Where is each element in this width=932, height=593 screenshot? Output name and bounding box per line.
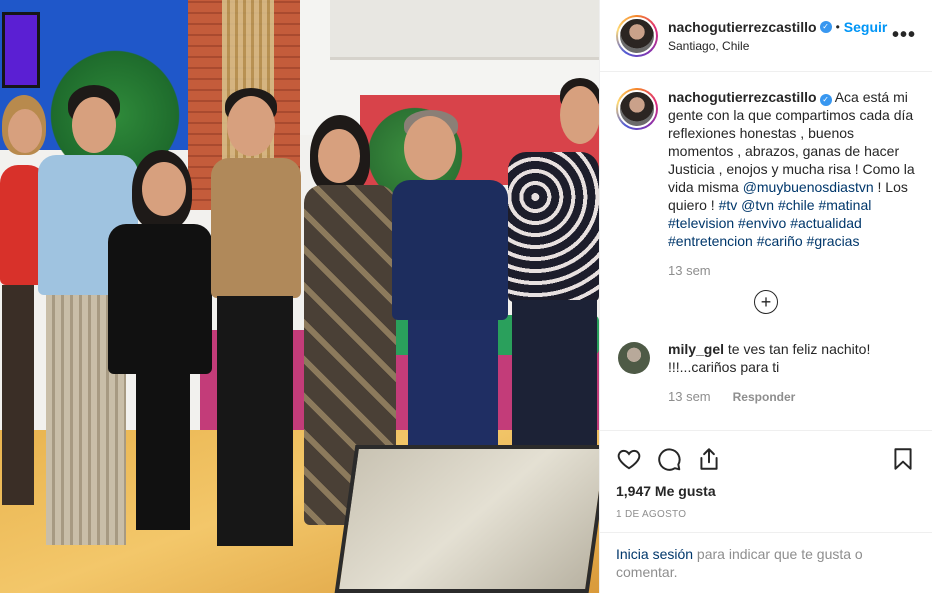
hashtag[interactable]: #cariño <box>757 233 803 249</box>
caption-mention[interactable]: @muybuenosdiastvn <box>743 179 874 195</box>
likes-count[interactable]: 1,947 Me gusta <box>616 483 916 499</box>
caption: nachogutierrezcastillo ✓ Aca está mi gent… <box>616 88 916 280</box>
share-icon[interactable] <box>696 446 722 472</box>
caption-username[interactable]: nachogutierrezcastillo <box>668 89 817 105</box>
load-more-comments: + <box>616 290 916 314</box>
photo-person <box>100 150 215 540</box>
comment-meta: 13 sem Responder <box>668 388 916 406</box>
hashtag[interactable]: #chile <box>778 197 815 213</box>
avatar-image <box>618 16 656 55</box>
header-line: nachogutierrezcastillo ✓ • Seguir <box>668 19 892 35</box>
commenter-avatar[interactable] <box>618 342 650 374</box>
photo-ceiling <box>330 0 599 60</box>
hashtag[interactable]: #envivo <box>738 215 786 231</box>
avatar-image <box>618 90 656 128</box>
caption-body: nachogutierrezcastillo ✓ Aca está mi gent… <box>668 88 916 280</box>
hashtag[interactable]: #tv <box>719 197 738 213</box>
hashtag[interactable]: @tvn <box>741 197 774 213</box>
comment-icon[interactable] <box>656 446 682 472</box>
header-text: nachogutierrezcastillo ✓ • Seguir Santia… <box>668 19 892 53</box>
bookmark-icon[interactable] <box>890 446 916 472</box>
follow-button[interactable]: Seguir <box>844 19 888 35</box>
comment-time[interactable]: 13 sem <box>668 388 711 406</box>
hashtag[interactable]: #gracias <box>807 233 860 249</box>
comments-section: nachogutierrezcastillo ✓ Aca está mi gent… <box>600 72 932 430</box>
photo-tv-screen <box>2 12 40 88</box>
verified-badge-icon: ✓ <box>819 94 832 106</box>
post-date[interactable]: 1 DE AGOSTO <box>616 509 916 532</box>
hashtag[interactable]: #actualidad <box>790 215 862 231</box>
post-photo[interactable] <box>0 0 599 593</box>
photo-person <box>205 88 305 558</box>
post-actions: 1,947 Me gusta 1 DE AGOSTO <box>600 430 932 532</box>
instagram-post: nachogutierrezcastillo ✓ • Seguir Santia… <box>0 0 932 593</box>
more-options-icon[interactable]: ••• <box>892 24 916 47</box>
hashtag[interactable]: #television <box>668 215 734 231</box>
caption-text: nachogutierrezcastillo ✓ Aca está mi gent… <box>668 88 916 250</box>
separator-dot: • <box>835 19 840 34</box>
post-side-panel: nachogutierrezcastillo ✓ • Seguir Santia… <box>599 0 932 593</box>
comment-body: mily_gel te ves tan feliz nachito! !!!..… <box>668 340 916 406</box>
author-username[interactable]: nachogutierrezcastillo <box>668 19 817 35</box>
action-icons <box>616 439 916 479</box>
comment-text: mily_gel te ves tan feliz nachito! !!!..… <box>668 340 916 376</box>
verified-badge-icon: ✓ <box>819 20 832 33</box>
author-avatar[interactable] <box>616 14 658 57</box>
comment: mily_gel te ves tan feliz nachito! !!!..… <box>616 340 916 406</box>
login-link[interactable]: Inicia sesión <box>616 546 693 562</box>
reply-button[interactable]: Responder <box>733 388 796 406</box>
login-prompt: Inicia sesión para indicar que te gusta … <box>600 532 932 593</box>
post-location[interactable]: Santiago, Chile <box>668 39 892 53</box>
load-more-comments-icon[interactable]: + <box>754 290 778 314</box>
photo-coffee-table <box>334 445 599 593</box>
post-header: nachogutierrezcastillo ✓ • Seguir Santia… <box>600 0 932 72</box>
hashtag[interactable]: #entretencion <box>668 233 753 249</box>
heart-icon[interactable] <box>616 446 642 472</box>
photo-person <box>500 78 599 468</box>
photo-person <box>390 110 510 460</box>
caption-meta: 13 sem <box>668 262 916 280</box>
author-avatar[interactable] <box>616 88 658 130</box>
comment-username[interactable]: mily_gel <box>668 341 724 357</box>
caption-time[interactable]: 13 sem <box>668 262 711 280</box>
hashtag[interactable]: #matinal <box>818 197 871 213</box>
